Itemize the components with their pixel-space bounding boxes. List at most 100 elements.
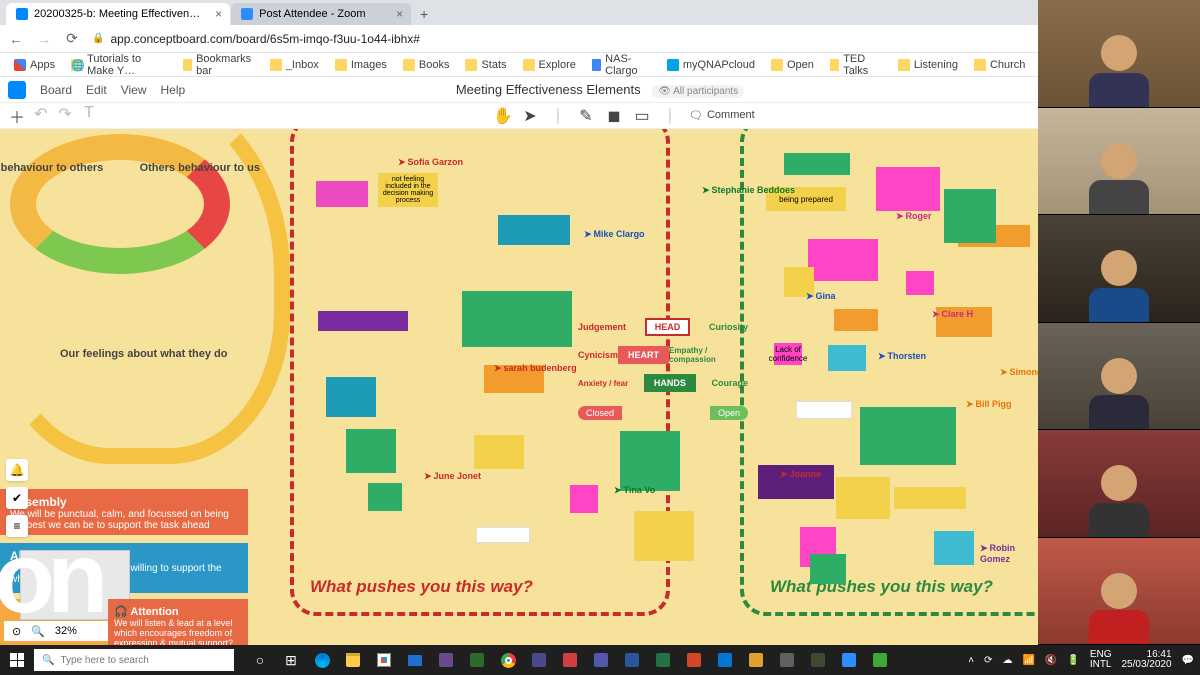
sticky[interactable] [860, 407, 956, 465]
edge-icon[interactable] [308, 647, 336, 673]
sticky[interactable] [934, 531, 974, 565]
sticky[interactable] [784, 153, 850, 175]
app-icon[interactable] [742, 647, 770, 673]
close-icon[interactable]: × [215, 7, 222, 21]
pen-tool[interactable]: ✎ [577, 106, 595, 126]
tray-wifi-icon[interactable]: 📶 [1022, 655, 1034, 666]
sticky[interactable] [326, 377, 376, 417]
sticky[interactable]: not feeling included in the decision mak… [378, 173, 438, 207]
bookmark-books[interactable]: Books [397, 57, 456, 73]
sticky[interactable] [318, 311, 408, 331]
sticky[interactable] [894, 487, 966, 509]
sticky[interactable] [796, 401, 852, 419]
menu-view[interactable]: View [121, 83, 147, 97]
tray-clock[interactable]: 16:4125/03/2020 [1121, 650, 1171, 671]
card-assembly[interactable]: AssemblyWe will be punctual, calm, and f… [0, 489, 248, 535]
participants-badge[interactable]: 👁 All participants [652, 85, 744, 98]
sticky[interactable] [906, 271, 934, 295]
app-icon[interactable] [463, 647, 491, 673]
layers-button[interactable]: ≡ [6, 515, 28, 537]
shape-tool[interactable]: ▭ [633, 106, 651, 126]
sticky[interactable] [810, 554, 846, 584]
explorer-icon[interactable] [339, 647, 367, 673]
bookmark-bar-folder[interactable]: Bookmarks bar [177, 51, 260, 79]
sticky[interactable] [498, 215, 570, 245]
tray-battery-icon[interactable]: 🔋 [1067, 655, 1079, 666]
word-icon[interactable] [618, 647, 646, 673]
bookmark-images[interactable]: Images [329, 57, 393, 73]
chrome-icon[interactable] [494, 647, 522, 673]
menu-edit[interactable]: Edit [86, 83, 107, 97]
sticky[interactable] [462, 291, 572, 347]
close-icon[interactable]: × [396, 7, 403, 21]
video-participant-2[interactable] [1038, 108, 1200, 216]
forward-button[interactable]: → [36, 31, 52, 47]
sticky[interactable] [828, 345, 866, 371]
bookmark-nas[interactable]: NAS-Clargo [586, 51, 657, 79]
tray-sync-icon[interactable]: ⟳ [984, 655, 992, 666]
tab-zoom[interactable]: Post Attendee - Zoom × [231, 3, 411, 25]
app-icon[interactable] [773, 647, 801, 673]
video-participant-5[interactable] [1038, 430, 1200, 538]
card-attention[interactable]: 🎧 AttentionWe will listen & lead at a le… [108, 599, 248, 645]
bookmark-listening[interactable]: Listening [892, 57, 964, 73]
sticky[interactable] [620, 431, 680, 491]
board-canvas[interactable]: about what we do Our behaviour to others… [0, 129, 1038, 645]
zoom-app-icon[interactable] [835, 647, 863, 673]
tray-chevron-icon[interactable]: ˄ [968, 655, 974, 666]
taskbar-search[interactable]: 🔍 Type here to search [34, 649, 234, 671]
video-participant-6[interactable] [1038, 538, 1200, 646]
new-tab-button[interactable]: + [412, 3, 436, 25]
notifications-button[interactable]: 🔔 [6, 459, 28, 481]
start-button[interactable] [0, 645, 34, 675]
sticky[interactable] [944, 189, 996, 243]
app-icon[interactable] [804, 647, 832, 673]
bookmark-tutorials[interactable]: 🌐Tutorials to Make Y… [65, 51, 173, 79]
sticky[interactable]: Lack of confidence [774, 343, 802, 365]
sticky[interactable] [474, 435, 524, 469]
video-participant-4[interactable] [1038, 323, 1200, 431]
tab-conceptboard[interactable]: 20200325-b: Meeting Effectiven… × [6, 3, 230, 25]
mail-icon[interactable] [401, 647, 429, 673]
app-icon[interactable] [556, 647, 584, 673]
menu-board[interactable]: Board [40, 83, 72, 97]
sticky[interactable] [476, 527, 530, 543]
outlook-icon[interactable] [711, 647, 739, 673]
powerpoint-icon[interactable] [680, 647, 708, 673]
bookmark-inbox[interactable]: _Inbox [264, 57, 325, 73]
store-icon[interactable] [370, 647, 398, 673]
back-button[interactable]: ← [8, 31, 24, 47]
conceptboard-logo-icon[interactable] [8, 81, 26, 99]
cortana-icon[interactable]: ○ [246, 647, 274, 673]
undo-button[interactable]: ↶ [32, 104, 50, 128]
teams-icon[interactable] [587, 647, 615, 673]
bookmark-stats[interactable]: Stats [459, 57, 512, 73]
menu-help[interactable]: Help [161, 83, 186, 97]
app-icon[interactable] [432, 647, 460, 673]
sticky[interactable] [836, 477, 890, 519]
zoom-icon[interactable]: 🔍 [31, 625, 45, 638]
bookmark-explore[interactable]: Explore [517, 57, 582, 73]
video-participant-1[interactable] [1038, 0, 1200, 108]
reset-view-button[interactable]: ⊙ [12, 625, 21, 638]
sticky[interactable] [570, 485, 598, 513]
taskview-icon[interactable]: ⊞ [277, 647, 305, 673]
sticky[interactable] [346, 429, 396, 473]
bookmark-church[interactable]: Church [968, 57, 1031, 73]
sticky[interactable] [834, 309, 878, 331]
app-icon[interactable] [525, 647, 553, 673]
tray-volume-icon[interactable]: 🔇 [1045, 655, 1057, 666]
marker-tool[interactable]: ◼ [605, 106, 623, 126]
app-icon[interactable] [866, 647, 894, 673]
tray-onedrive-icon[interactable]: ☁ [1002, 655, 1012, 666]
sticky[interactable] [368, 483, 402, 511]
comment-button[interactable]: 🗨 Comment [689, 109, 707, 122]
notifications-icon[interactable]: 💬 [1182, 655, 1194, 666]
select-tool[interactable]: ➤ [521, 106, 539, 126]
sticky[interactable] [876, 167, 940, 211]
excel-icon[interactable] [649, 647, 677, 673]
redo-button[interactable]: ↷ [56, 104, 74, 128]
address-field[interactable]: 🔒 app.conceptboard.com/board/6s5m-imqo-f… [92, 32, 1111, 46]
bookmark-ted[interactable]: TED Talks [824, 51, 888, 79]
sticky[interactable] [634, 511, 694, 561]
